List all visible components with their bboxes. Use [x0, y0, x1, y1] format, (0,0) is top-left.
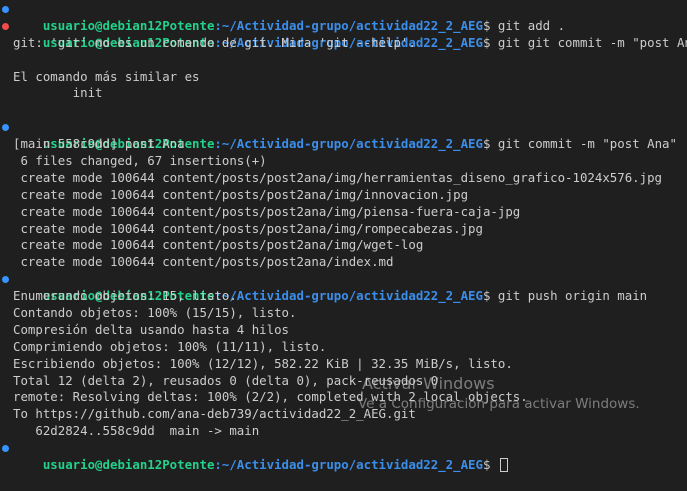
output-line: Comprimiendo objetos: 100% (11/11), list… [13, 338, 327, 354]
prompt-path: :~/Actividad-grupo/actividad22_2_AEG [214, 457, 483, 473]
output-line: [main 558c9dd] post Ana [13, 136, 185, 152]
output-line: 62d2824..558c9dd main -> main [13, 423, 260, 439]
output-line: init [13, 85, 103, 101]
output-line: create mode 100644 content/posts/post2an… [13, 220, 483, 236]
prompt-line: usuario@debian12Potente:~/Actividad-grup… [0, 18, 687, 50]
output-line: create mode 100644 content/posts/post2an… [13, 186, 469, 202]
command-error-dot-icon[interactable] [2, 22, 9, 30]
output-line: remote: Resolving deltas: 100% (2/2), co… [13, 389, 528, 405]
output-line: El comando más similar es [13, 68, 200, 84]
output-line: Compresión delta usando hasta 4 hilos [13, 321, 290, 337]
output-line: Enumerando objetos: 15, listo. [13, 288, 237, 304]
command-status-dot-icon[interactable] [2, 276, 9, 284]
prompt-line: usuario@debian12Potente:~/Actividad-grup… [0, 119, 687, 151]
cursor [499, 458, 508, 473]
prompt-line: usuario@debian12Potente:~/Actividad-grup… [0, 1, 687, 33]
output-line: git: 'git' no es un comando de git. Mira… [13, 34, 416, 50]
command-status-dot-icon[interactable] [2, 445, 9, 453]
output-line: create mode 100644 content/posts/post2an… [13, 254, 394, 270]
command-text [490, 457, 497, 472]
prompt-user: usuario@debian12Potente [42, 457, 215, 473]
output-line: create mode 100644 content/posts/post2an… [13, 237, 424, 253]
output-line: create mode 100644 content/posts/post2an… [13, 169, 663, 185]
output-line: create mode 100644 content/posts/post2an… [13, 203, 521, 219]
output-line: To https://github.com/ana-deb739/activid… [13, 406, 416, 422]
terminal[interactable]: usuario@debian12Potente:~/Actividad-grup… [0, 0, 687, 473]
output-line: Contando objetos: 100% (15/15), listo. [13, 305, 297, 321]
command-status-dot-icon[interactable] [2, 6, 9, 13]
output-line: Escribiendo objetos: 100% (12/12), 582.2… [13, 355, 513, 371]
prompt-line-active[interactable]: usuario@debian12Potente:~/Actividad-grup… [0, 440, 687, 473]
prompt-line: usuario@debian12Potente:~/Actividad-grup… [0, 271, 687, 303]
output-line: Total 12 (delta 2), reusados 0 (delta 0)… [13, 372, 439, 388]
output-line: 6 files changed, 67 insertions(+) [13, 153, 267, 169]
command-status-dot-icon[interactable] [2, 124, 9, 132]
prompt-symbol: $ [482, 457, 491, 473]
